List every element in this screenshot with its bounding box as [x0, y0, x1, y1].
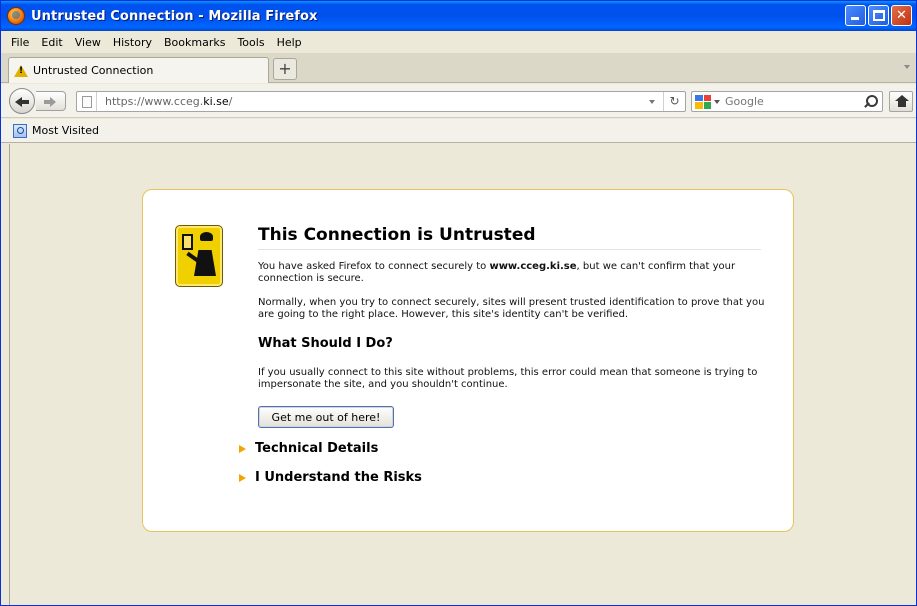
- tab-label: Untrusted Connection: [33, 64, 154, 77]
- plus-icon: +: [278, 59, 292, 78]
- advice-text: If you usually connect to this site with…: [258, 367, 758, 390]
- expand-triangle-icon: [239, 473, 246, 482]
- search-engine-icon[interactable]: [695, 94, 711, 109]
- url-bar[interactable]: https://www.cceg.ki.se/ ↻: [76, 91, 686, 112]
- understand-risks-expander[interactable]: I Understand the Risks: [239, 470, 422, 485]
- page-content: This Connection is Untrusted You have as…: [9, 144, 916, 605]
- bookmarks-toolbar: Most Visited: [1, 119, 916, 143]
- get-me-out-button[interactable]: Get me out of here!: [258, 406, 394, 428]
- minimize-icon: [851, 17, 859, 20]
- back-button[interactable]: [9, 88, 35, 114]
- firefox-logo-icon: [7, 7, 25, 25]
- firefox-window: Untrusted Connection - Mozilla Firefox ✕…: [0, 0, 917, 606]
- certificate-warning-icon: [175, 225, 223, 287]
- technical-details-label: Technical Details: [255, 441, 379, 456]
- reload-button[interactable]: ↻: [663, 92, 685, 111]
- close-icon: ✕: [896, 8, 907, 23]
- menu-help[interactable]: Help: [271, 36, 308, 49]
- new-tab-button[interactable]: +: [273, 58, 297, 80]
- forward-button[interactable]: [36, 91, 66, 111]
- maximize-button[interactable]: [868, 5, 889, 26]
- menu-tools[interactable]: Tools: [231, 36, 270, 49]
- window-controls: ✕: [845, 5, 912, 26]
- home-button[interactable]: [889, 91, 913, 112]
- window-title: Untrusted Connection - Mozilla Firefox: [31, 8, 318, 24]
- tab-strip: Untrusted Connection +: [1, 53, 916, 83]
- menu-edit[interactable]: Edit: [35, 36, 68, 49]
- what-should-i-do-heading: What Should I Do?: [258, 336, 393, 351]
- search-icon[interactable]: [862, 94, 878, 110]
- p1-before: You have asked Firefox to connect secure…: [258, 261, 490, 272]
- most-visited-icon: [13, 123, 27, 138]
- site-identity-button[interactable]: [77, 92, 97, 111]
- menu-bar: File Edit View History Bookmarks Tools H…: [1, 32, 916, 52]
- navigation-toolbar: https://www.cceg.ki.se/ ↻: [1, 84, 916, 118]
- error-page-container: This Connection is Untrusted You have as…: [142, 189, 794, 532]
- expand-triangle-icon: [239, 444, 246, 453]
- maximize-icon: [873, 10, 885, 21]
- menu-history[interactable]: History: [107, 36, 158, 49]
- error-description: You have asked Firefox to connect secure…: [258, 261, 768, 285]
- warning-icon: [14, 64, 28, 77]
- title-bar[interactable]: Untrusted Connection - Mozilla Firefox ✕: [1, 1, 916, 31]
- close-button[interactable]: ✕: [891, 5, 912, 26]
- understand-risks-label: I Understand the Risks: [255, 470, 422, 485]
- page-icon: [81, 95, 92, 108]
- url-suffix: /: [228, 95, 233, 108]
- reload-icon: ↻: [669, 94, 680, 108]
- url-prefix: https://www.cceg.: [105, 95, 204, 108]
- error-explanation: Normally, when you try to connect secure…: [258, 297, 765, 320]
- menu-bookmarks[interactable]: Bookmarks: [158, 36, 231, 49]
- search-bar[interactable]: [691, 91, 883, 112]
- tab-list-chevron-icon[interactable]: [904, 65, 910, 69]
- p1-host: www.cceg.ki.se: [489, 261, 577, 272]
- url-text[interactable]: https://www.cceg.ki.se/: [105, 95, 232, 108]
- menu-file[interactable]: File: [5, 36, 35, 49]
- technical-details-expander[interactable]: Technical Details: [239, 441, 378, 456]
- bookmark-most-visited[interactable]: Most Visited: [32, 124, 99, 137]
- minimize-button[interactable]: [845, 5, 866, 26]
- search-engine-chevron-icon[interactable]: [714, 99, 720, 104]
- tab-untrusted-connection[interactable]: Untrusted Connection: [8, 57, 269, 83]
- url-history-chevron-icon[interactable]: [649, 100, 655, 104]
- url-domain: ki.se: [203, 95, 229, 108]
- search-input[interactable]: [725, 95, 845, 108]
- error-title: This Connection is Untrusted: [258, 225, 761, 250]
- menu-view[interactable]: View: [69, 36, 107, 49]
